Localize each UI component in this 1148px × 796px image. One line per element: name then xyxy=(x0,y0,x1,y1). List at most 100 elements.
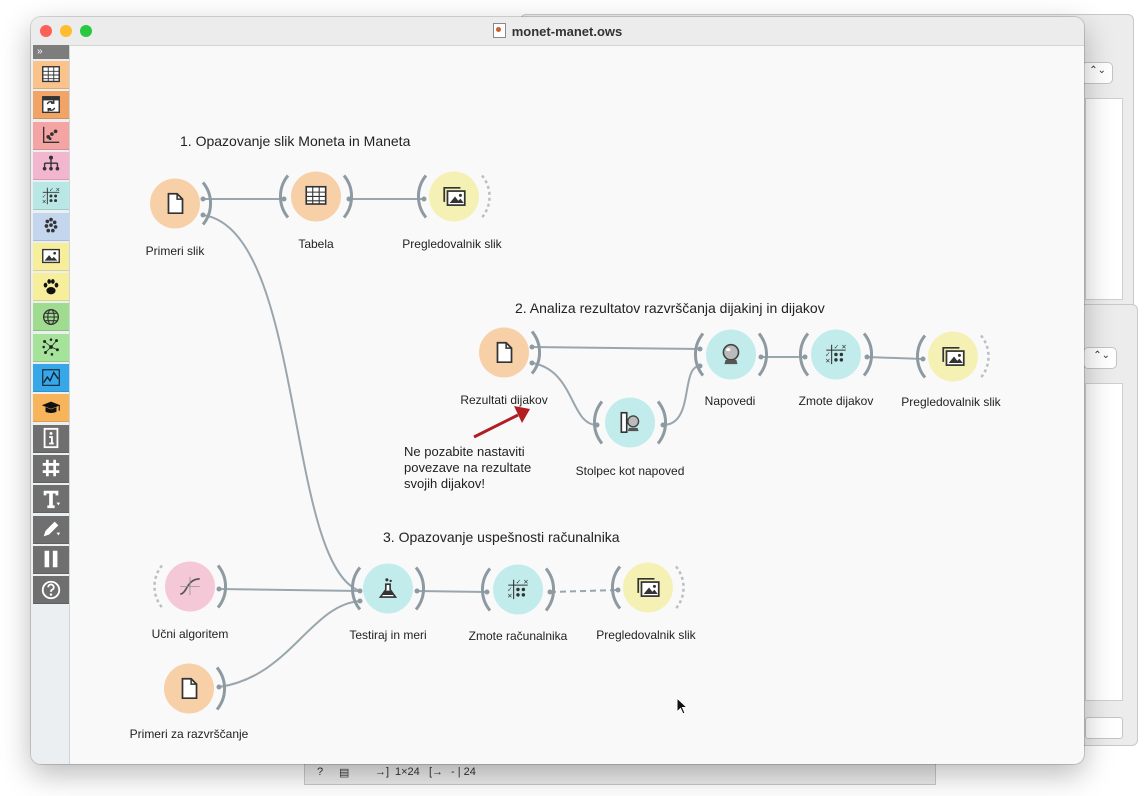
toolbox-category-button[interactable] xyxy=(33,303,69,332)
network-icon xyxy=(40,336,62,358)
background-pane-bottom xyxy=(1085,383,1123,701)
toolbox-category-button[interactable] xyxy=(33,364,69,392)
toolbox-category-button[interactable] xyxy=(33,242,69,271)
svg-text:✓ ✕: ✓ ✕ xyxy=(516,578,529,586)
hash-icon xyxy=(40,457,62,479)
svg-text:✓ ✕: ✓ ✕ xyxy=(834,343,847,351)
label-testiraj: Testiraj in meri xyxy=(349,628,427,642)
title-bar: monet-manet.ows xyxy=(31,17,1084,46)
node-rezultati[interactable] xyxy=(467,316,542,395)
window-title: monet-manet.ows xyxy=(31,23,1084,39)
scatter-icon xyxy=(40,124,62,146)
label-primeri-slik: Primeri slik xyxy=(145,244,205,258)
node-tabela[interactable] xyxy=(278,160,354,239)
output-icon: [→ xyxy=(429,766,444,778)
main-window: monet-manet.ows » ✓ ✕ ✓ ✕ ✓ ✕ ✓ ✕ ✓ ✕ ✓ … xyxy=(31,17,1084,764)
background-combo-bottom[interactable]: ⌃⌄ xyxy=(1083,347,1117,369)
node-pregled2[interactable] xyxy=(915,320,990,399)
toolbox-category-button[interactable] xyxy=(33,424,69,453)
node-ucni[interactable] xyxy=(153,550,228,629)
link-ucni-testiraj[interactable] xyxy=(218,588,361,592)
background-field-bottom[interactable] xyxy=(1085,717,1123,739)
label-zmote-rac: Zmote računalnika xyxy=(468,629,568,643)
combo-arrow-icon: ⌃⌄ xyxy=(1093,350,1110,361)
node-pregled1[interactable] xyxy=(416,160,491,239)
section-title-3[interactable]: 3. Opazovanje uspešnosti računalnika xyxy=(383,529,620,545)
window-title-text: monet-manet.ows xyxy=(511,24,623,39)
paw-icon xyxy=(40,276,62,298)
combo-arrow-icon: ⌃⌄ xyxy=(1089,65,1106,76)
label-rezultati: Rezultati dijakov xyxy=(460,393,548,407)
link-zmote-pregled2[interactable] xyxy=(866,356,924,360)
link-primeri-razv-testiraj[interactable] xyxy=(218,600,361,688)
toolbox-category-button[interactable] xyxy=(33,576,69,605)
svg-text:✕: ✕ xyxy=(825,357,830,365)
help-icon xyxy=(40,579,62,601)
background-pane-top xyxy=(1085,98,1123,300)
toolbox-category-button[interactable] xyxy=(33,454,69,483)
annotation-arrow[interactable] xyxy=(473,406,530,439)
toolbox-category-button[interactable]: ✓ ✕ ✓ ✕ xyxy=(33,182,69,211)
label-pregled1: Pregledovalnik slik xyxy=(402,237,502,251)
node-primeri-razv[interactable] xyxy=(152,652,227,731)
pause-icon xyxy=(40,548,62,570)
help-icon[interactable]: ? xyxy=(317,766,323,778)
tree-icon xyxy=(40,154,62,176)
label-zmote-dijakov: Zmote dijakov xyxy=(798,394,874,408)
label-stolpec: Stolpec kot napoved xyxy=(575,464,685,478)
section-title-1[interactable]: 1. Opazovanje slik Moneta in Maneta xyxy=(180,133,410,149)
document-icon xyxy=(492,23,506,38)
widget-toolbox: » ✓ ✕ ✓ ✕ xyxy=(31,45,70,764)
toolbox-category-button[interactable] xyxy=(33,545,69,574)
toolbox-category-button[interactable] xyxy=(33,485,69,514)
node-stolpec[interactable] xyxy=(592,386,668,465)
node-zmote-rac[interactable]: ✓ ✕ ✓ ✕ xyxy=(480,553,556,632)
link-rezultati-napovedi[interactable] xyxy=(531,346,701,350)
output-size: - | 24 xyxy=(451,766,476,778)
link-testiraj-zmote[interactable] xyxy=(416,590,488,593)
toolbox-category-button[interactable] xyxy=(33,151,69,180)
link-zmote-pregled3[interactable] xyxy=(549,589,619,593)
label-pregled3: Pregledovalnik slik xyxy=(596,628,696,642)
text-icon xyxy=(40,488,62,510)
node-primeri-slik[interactable] xyxy=(138,167,213,246)
info-icon xyxy=(40,427,62,449)
workflow-canvas[interactable]: ✓ ✕ ✓ ✕ ✓ ✕ ✓ ✕ 1. Opazovanje slik Moneta in … xyxy=(70,45,1084,764)
image-icon xyxy=(40,245,62,267)
label-ucni: Učni algoritem xyxy=(151,627,229,641)
toolbox-category-button[interactable] xyxy=(33,61,69,89)
label-tabela: Tabela xyxy=(298,237,334,251)
label-pregled2: Pregledovalnik slik xyxy=(901,395,1001,409)
toolbox-category-button[interactable] xyxy=(33,515,69,544)
node-zmote-dijakov[interactable]: ✓ ✕ ✓ ✕ xyxy=(798,318,874,397)
node-pregled3[interactable] xyxy=(610,551,685,630)
node-testiraj[interactable] xyxy=(350,552,426,631)
background-combo-top[interactable]: ⌃⌄ xyxy=(1081,62,1113,84)
svg-text:✕: ✕ xyxy=(507,592,512,600)
table-icon xyxy=(40,64,62,86)
document-icon[interactable]: ▤ xyxy=(339,766,349,779)
toolbox-category-button[interactable] xyxy=(33,91,69,120)
label-napovedi: Napovedi xyxy=(704,394,756,408)
svg-text:✕: ✕ xyxy=(42,199,47,205)
globe-icon xyxy=(40,306,62,328)
input-icon: →] xyxy=(375,766,390,778)
confusion-icon: ✓ ✕ ✓ ✕ xyxy=(40,185,62,207)
link-primeri-slik-testiraj[interactable] xyxy=(202,214,361,592)
svg-text:✓ ✕: ✓ ✕ xyxy=(49,187,60,193)
section-title-2[interactable]: 2. Analiza rezultatov razvrščanja dijaki… xyxy=(515,300,825,316)
toolbox-category-button[interactable] xyxy=(33,273,69,302)
cluster-icon xyxy=(40,215,62,237)
reminder-note[interactable]: Ne pozabite nastaviti povezave na rezult… xyxy=(404,444,531,492)
node-napovedi[interactable] xyxy=(693,318,769,397)
timeseries-icon xyxy=(40,367,62,389)
toolbox-category-button[interactable] xyxy=(33,333,69,362)
pen-icon xyxy=(40,518,62,540)
toolbox-category-button[interactable] xyxy=(33,394,69,423)
mortarboard-icon xyxy=(40,397,62,419)
input-size: 1×24 xyxy=(395,766,420,778)
toolbox-category-button[interactable] xyxy=(33,212,69,241)
mouse-cursor-icon xyxy=(676,697,689,715)
toolbox-expand-button[interactable]: » xyxy=(33,45,69,59)
toolbox-category-button[interactable] xyxy=(33,121,69,150)
